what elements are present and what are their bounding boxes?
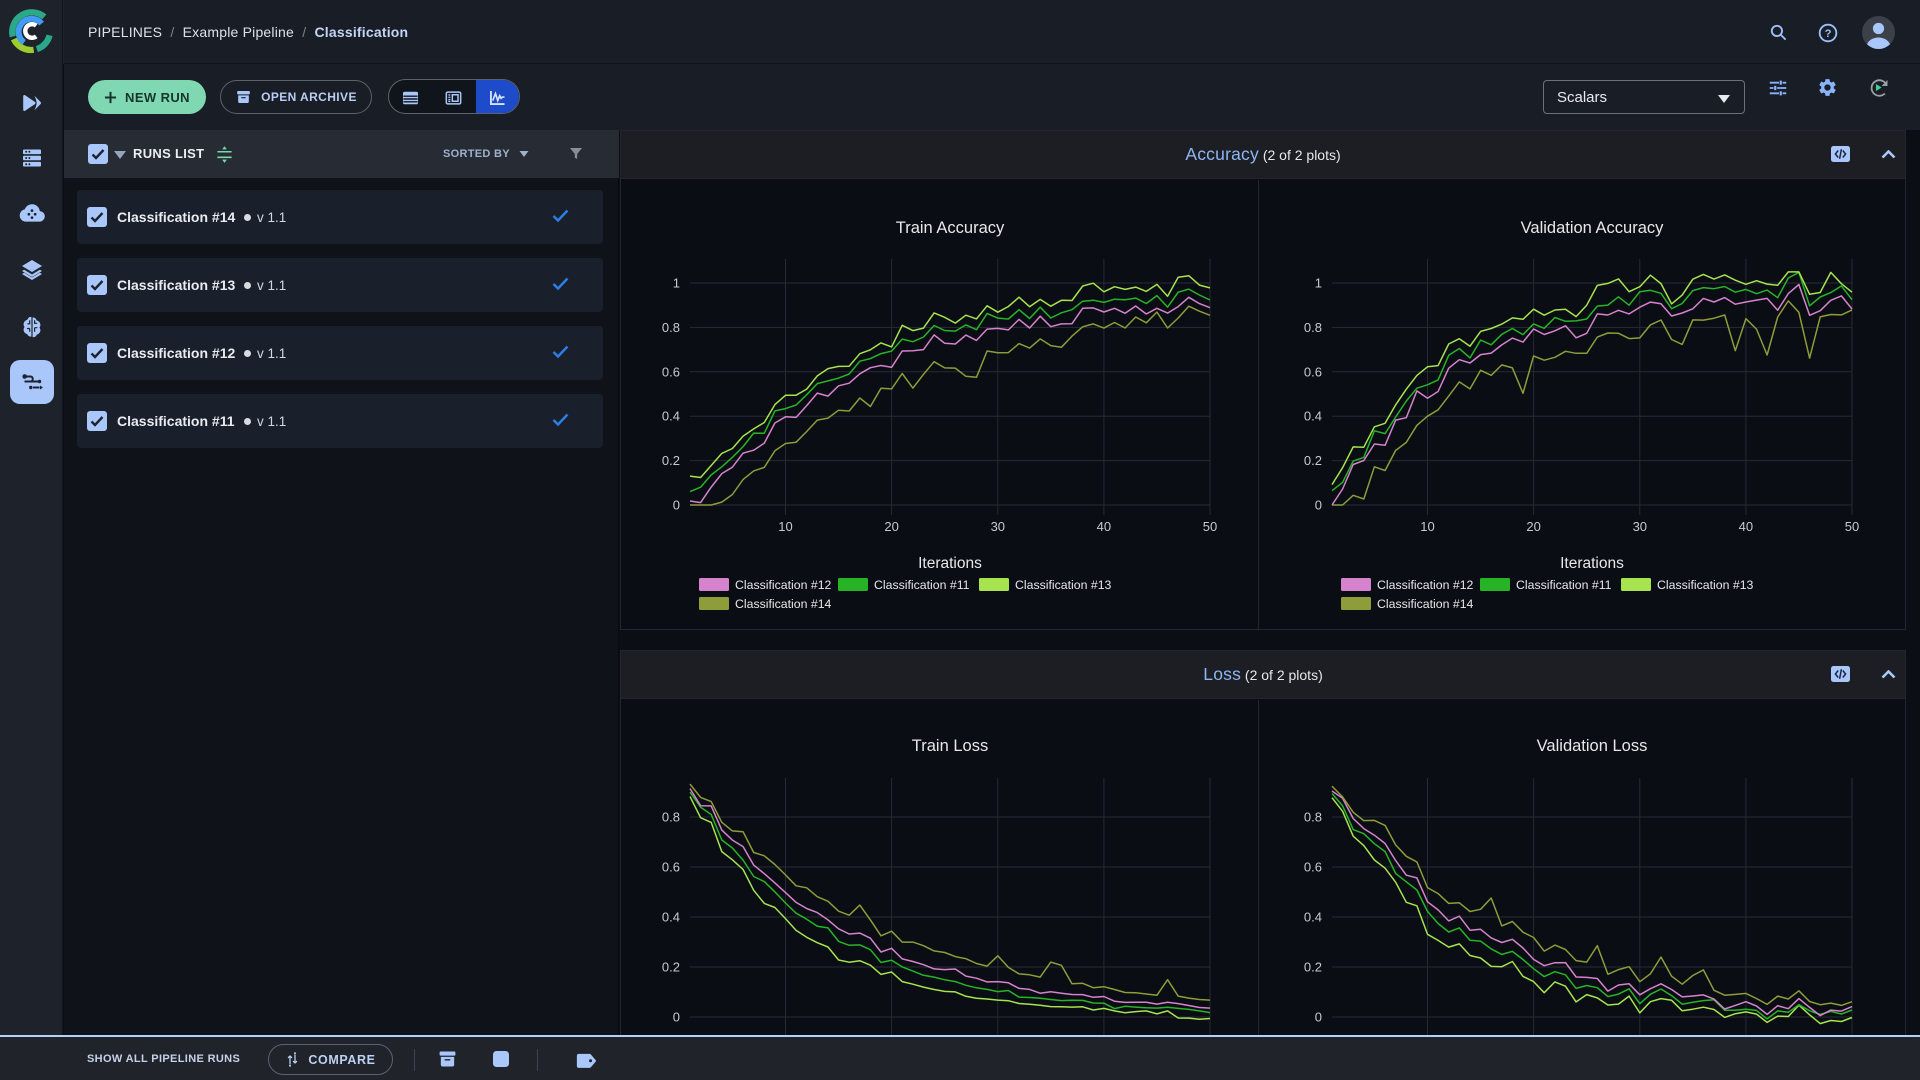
svg-text:0.8: 0.8	[1304, 320, 1322, 335]
svg-text:40: 40	[1097, 519, 1111, 534]
svg-text:Classification #11: Classification #11	[874, 578, 970, 592]
svg-text:0.4: 0.4	[662, 910, 680, 925]
svg-text:1: 1	[1315, 276, 1322, 291]
svg-text:0: 0	[1315, 498, 1322, 513]
svg-text:Validation Loss: Validation Loss	[1537, 737, 1648, 755]
svg-text:10: 10	[1420, 519, 1434, 534]
svg-text:0: 0	[1315, 1010, 1322, 1025]
svg-text:0.2: 0.2	[1304, 453, 1322, 468]
svg-text:0.4: 0.4	[1304, 409, 1322, 424]
svg-text:Train Accuracy: Train Accuracy	[896, 219, 1005, 237]
svg-text:Iterations: Iterations	[918, 555, 982, 572]
svg-text:Classification #12: Classification #12	[735, 578, 832, 592]
svg-text:0: 0	[673, 498, 680, 513]
svg-text:Classification #11: Classification #11	[1516, 578, 1612, 592]
svg-text:Classification #12: Classification #12	[1377, 578, 1474, 592]
svg-text:1: 1	[673, 276, 680, 291]
svg-text:20: 20	[1526, 519, 1540, 534]
svg-text:0.2: 0.2	[1304, 960, 1322, 975]
svg-text:0.2: 0.2	[662, 453, 680, 468]
svg-text:Classification #14: Classification #14	[1377, 597, 1474, 611]
svg-text:0.8: 0.8	[662, 810, 680, 825]
svg-text:Validation Accuracy: Validation Accuracy	[1521, 219, 1665, 237]
svg-text:0.6: 0.6	[662, 860, 680, 875]
svg-text:0.2: 0.2	[662, 960, 680, 975]
svg-text:20: 20	[884, 519, 898, 534]
svg-text:0.6: 0.6	[662, 364, 680, 379]
svg-text:10: 10	[778, 519, 792, 534]
svg-text:50: 50	[1203, 519, 1217, 534]
svg-text:0.4: 0.4	[1304, 910, 1322, 925]
svg-text:0.4: 0.4	[662, 409, 680, 424]
svg-text:30: 30	[1633, 519, 1647, 534]
svg-text:0.6: 0.6	[1304, 364, 1322, 379]
svg-text:30: 30	[991, 519, 1005, 534]
svg-text:Iterations: Iterations	[1560, 555, 1624, 572]
svg-text:Classification #13: Classification #13	[1657, 578, 1754, 592]
svg-text:40: 40	[1739, 519, 1753, 534]
svg-text:0.6: 0.6	[1304, 860, 1322, 875]
svg-text:Classification #14: Classification #14	[735, 597, 832, 611]
svg-text:50: 50	[1845, 519, 1859, 534]
svg-text:Train Loss: Train Loss	[912, 737, 988, 755]
svg-text:0.8: 0.8	[662, 320, 680, 335]
svg-text:?: ?	[1825, 28, 1832, 40]
svg-text:0: 0	[673, 1010, 680, 1025]
svg-text:Classification #13: Classification #13	[1015, 578, 1112, 592]
svg-text:0.8: 0.8	[1304, 810, 1322, 825]
